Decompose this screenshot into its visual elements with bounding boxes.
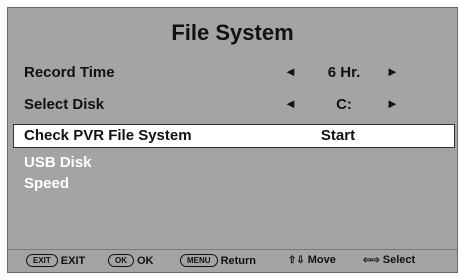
speed-label: Speed	[24, 175, 70, 192]
footer-help-bar: EXIT EXIT OK OK MENU Return ⇧⇩ Move ⇦⇨ Select	[8, 249, 457, 272]
menu-title: File System	[171, 20, 294, 45]
tv-screen: File System Record Time ◄ 6 Hr. ► Select…	[0, 0, 463, 280]
record-time-row[interactable]: Record Time ◄ 6 Hr. ►	[16, 61, 449, 85]
right-arrow-icon[interactable]: ►	[386, 64, 399, 79]
left-arrow-icon[interactable]: ◄	[284, 96, 297, 111]
footer-select: ⇦⇨ Select	[363, 254, 415, 266]
footer-move: ⇧⇩ Move	[288, 254, 336, 266]
select-disk-value: C:	[336, 96, 352, 113]
exit-label: EXIT	[60, 255, 86, 267]
return-label: Return	[220, 255, 257, 267]
usb-disk-label: USB Disk	[24, 154, 92, 171]
check-pvr-label: Check PVR File System	[24, 127, 192, 144]
ok-key-icon: OK	[108, 254, 134, 267]
start-button[interactable]: Start	[308, 127, 368, 144]
record-time-label: Record Time	[24, 64, 115, 81]
select-label: Select	[382, 254, 416, 266]
menu-key-icon: MENU	[180, 254, 218, 267]
left-arrow-icon[interactable]: ◄	[284, 64, 297, 79]
file-system-menu: File System Record Time ◄ 6 Hr. ► Select…	[7, 7, 458, 273]
move-label: Move	[307, 254, 336, 266]
exit-key-icon: EXIT	[26, 254, 58, 267]
footer-exit: EXIT EXIT	[26, 254, 85, 267]
footer-return: MENU Return	[180, 254, 256, 267]
left-right-arrows-icon: ⇦⇨	[363, 255, 380, 266]
select-disk-row[interactable]: Select Disk ◄ C: ►	[16, 93, 449, 117]
speed-row: Speed	[16, 172, 449, 196]
up-down-arrows-icon: ⇧⇩	[288, 255, 305, 266]
ok-label: OK	[137, 255, 154, 267]
check-pvr-row[interactable]: Check PVR File System Start	[13, 124, 455, 148]
right-arrow-icon[interactable]: ►	[386, 96, 399, 111]
select-disk-label: Select Disk	[24, 96, 105, 113]
footer-ok: OK OK	[108, 254, 154, 267]
record-time-value: 6 Hr.	[327, 64, 361, 81]
